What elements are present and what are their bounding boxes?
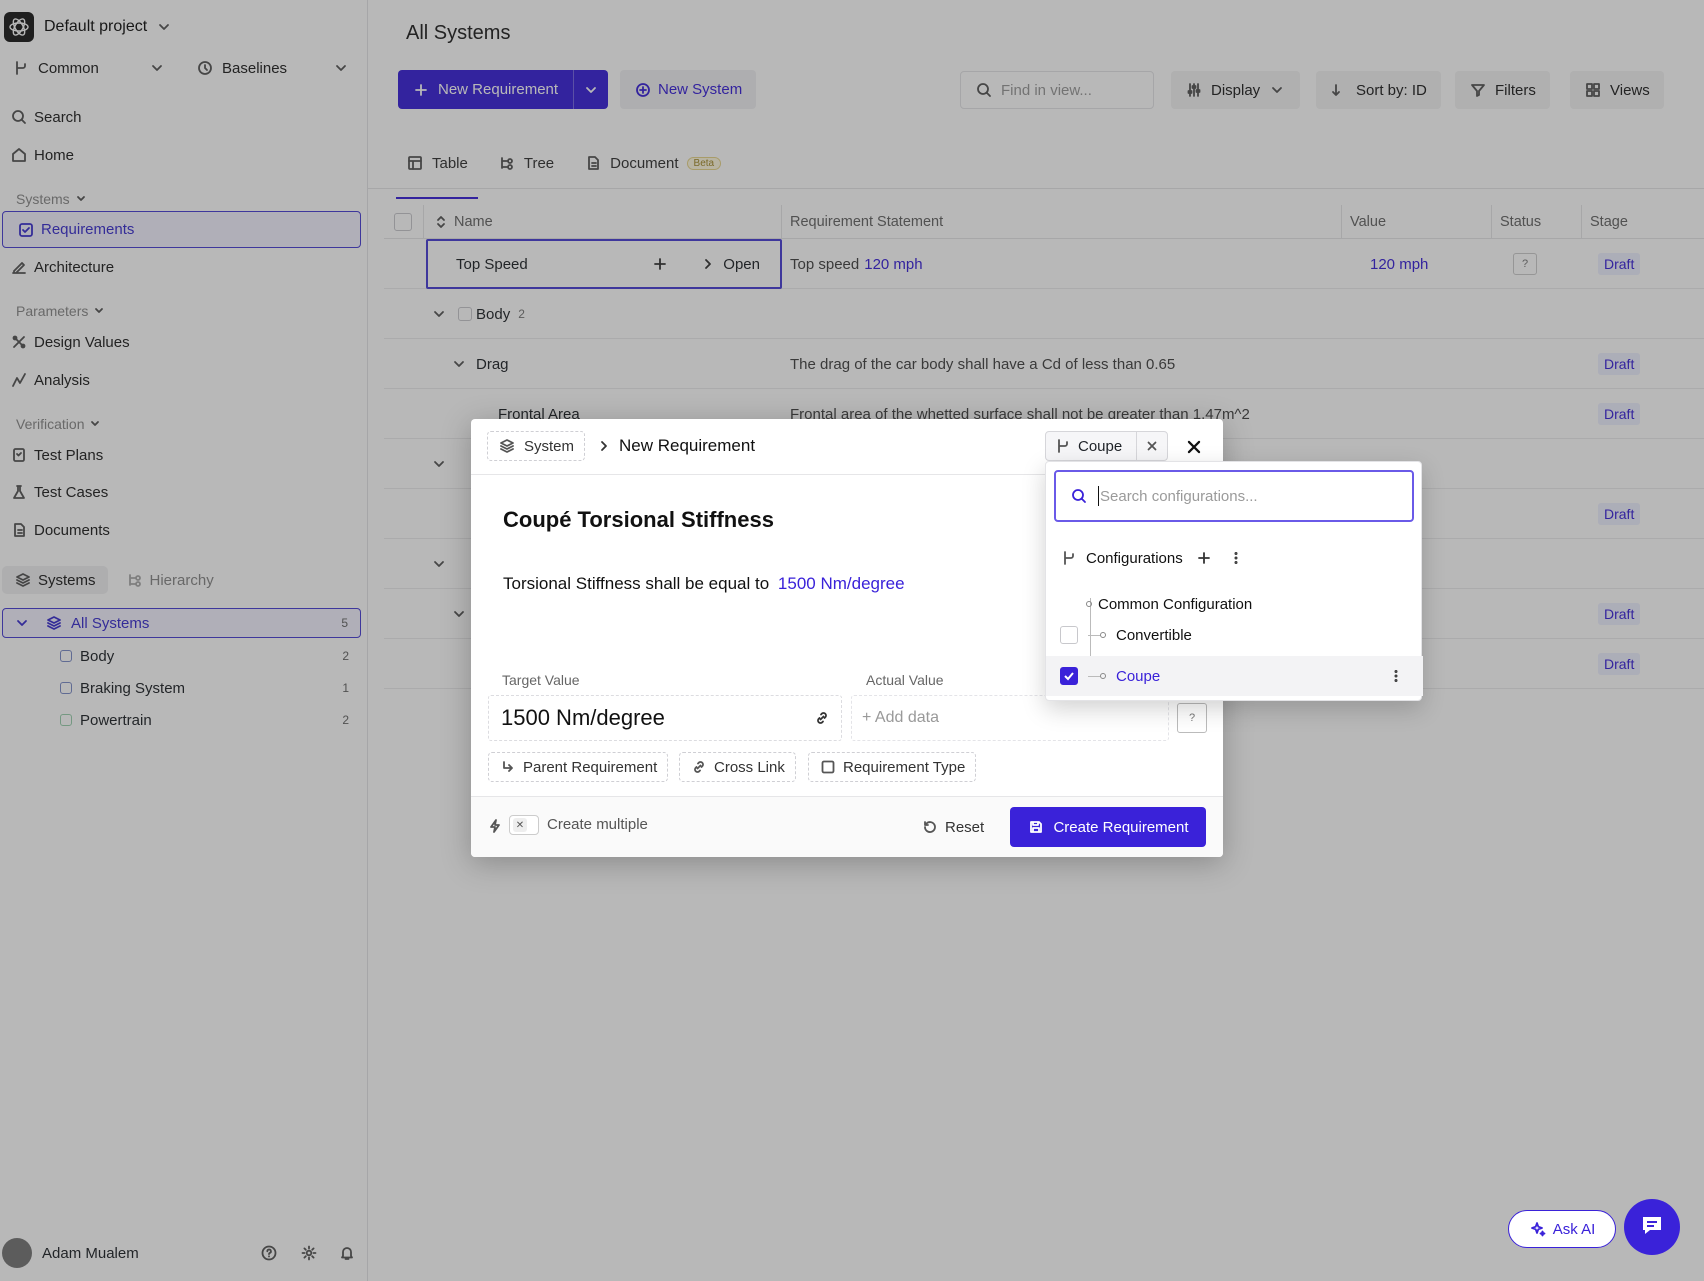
save-icon [1027,818,1045,836]
layers-icon [498,437,516,455]
node-icon [1100,673,1106,679]
modal-title: New Requirement [619,436,756,455]
more-vertical-icon[interactable] [1227,549,1245,567]
search-icon [1070,487,1088,505]
requirement-type-label: Requirement Type [843,758,966,776]
search-placeholder: Search configurations... [1100,487,1258,505]
system-selector[interactable]: System [487,431,586,461]
configurations-dropdown: Search configurations... Configurations … [1045,461,1423,701]
sparkles-icon [1529,1220,1547,1238]
config-item-label: Coupe [1116,667,1161,685]
close-icon[interactable] [1183,436,1205,458]
tree-line [1088,634,1100,636]
type-icon [819,758,837,776]
parent-requirement-label: Parent Requirement [523,758,658,776]
branch-icon [1054,437,1072,455]
requirement-title-input[interactable]: Coupé Torsional Stiffness [503,507,774,533]
config-item-label: Convertible [1116,626,1192,644]
link-icon[interactable] [813,709,831,727]
target-value-field[interactable]: 1500 Nm/degree [488,695,842,741]
chat-icon [1638,1211,1666,1244]
configurations-header-label: Configurations [1086,549,1183,567]
modal-footer: ✕ Create multiple Reset Create Requireme… [471,796,1223,857]
statement-text: Torsional Stiffness shall be equal to [503,574,770,593]
config-item-convertible[interactable]: Convertible [1046,616,1423,654]
config-item-coupe[interactable]: Coupe [1046,656,1423,696]
close-icon[interactable] [1143,437,1161,455]
config-item-common[interactable]: Common Configuration [1086,592,1252,616]
target-value-label: Target Value [502,672,580,688]
close-icon: ✕ [513,818,527,832]
system-selector-label: System [524,437,575,455]
config-item-label: Common Configuration [1098,595,1253,613]
chat-launcher-button[interactable] [1624,1199,1680,1255]
reset-label: Reset [945,818,985,836]
more-vertical-icon[interactable] [1387,667,1405,685]
tree-line [1088,675,1100,677]
configuration-chip[interactable]: Coupe [1045,431,1169,461]
create-multiple-label: Create multiple [547,816,648,833]
app-root: Default project Common Baselines Search … [0,0,1704,1281]
ask-ai-label: Ask AI [1552,1220,1596,1238]
requirement-statement-input[interactable]: Torsional Stiffness shall be equal to 15… [503,574,905,594]
statement-value: 1500 Nm/degree [777,574,905,593]
configurations-search-input[interactable]: Search configurations... [1054,470,1414,522]
create-requirement-button[interactable]: Create Requirement [1010,807,1206,847]
actual-value-label: Actual Value [866,672,944,688]
requirement-type-button[interactable]: Requirement Type [808,752,977,782]
reset-button[interactable]: Reset [921,807,984,847]
config-checkbox[interactable] [1060,626,1078,644]
cross-link-button[interactable]: Cross Link [679,752,796,782]
divider [1136,431,1138,461]
actual-value-field[interactable]: + Add data [851,695,1169,741]
cross-link-label: Cross Link [714,758,785,776]
plus-icon[interactable] [1195,549,1213,567]
text-cursor [1098,486,1099,506]
branch-icon [1060,549,1078,567]
config-checkbox[interactable] [1060,667,1078,685]
chevron-right-icon [595,437,613,455]
create-multiple-toggle[interactable]: ✕ [509,815,539,835]
configuration-chip-label: Coupe [1078,437,1123,455]
status-badge[interactable]: ? [1177,703,1207,733]
configurations-header: Configurations [1060,546,1245,570]
ask-ai-button[interactable]: Ask AI [1508,1210,1616,1248]
create-requirement-label: Create Requirement [1053,818,1189,836]
parent-requirement-button[interactable]: Parent Requirement [488,752,669,782]
reset-icon [921,818,939,836]
link-icon [690,758,708,776]
node-icon [1086,601,1092,607]
actual-value-placeholder: + Add data [862,709,939,726]
corner-down-right-icon [499,758,517,776]
node-icon [1100,632,1106,638]
target-value: 1500 Nm/degree [501,705,665,730]
lightning-icon [486,817,504,835]
